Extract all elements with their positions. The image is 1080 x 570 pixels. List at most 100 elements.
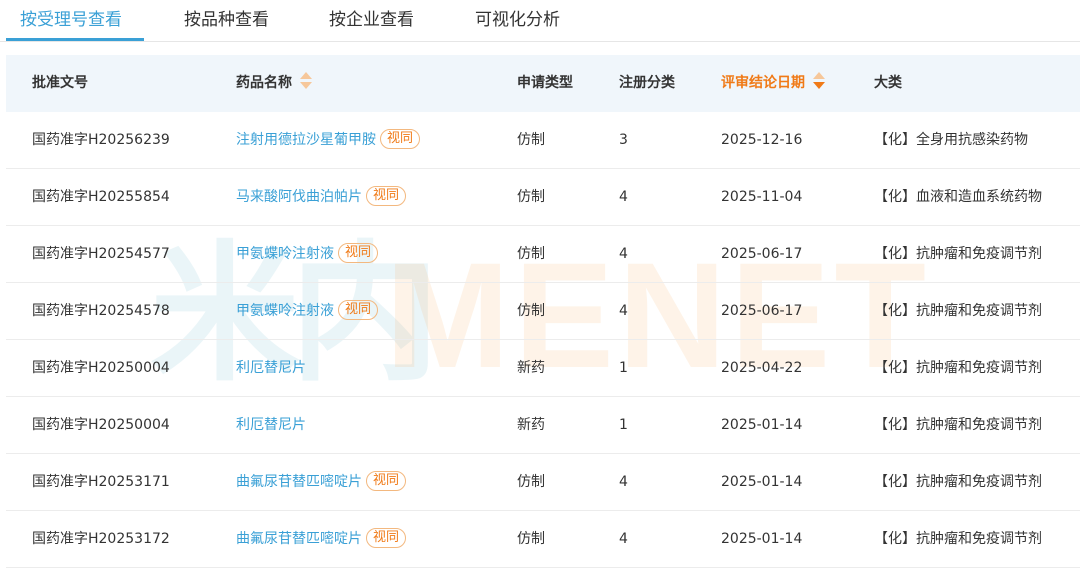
- tab-visual-analysis[interactable]: 可视化分析: [475, 0, 560, 42]
- cell-drug-name: 利厄替尼片: [236, 397, 306, 454]
- active-tab-indicator: [6, 38, 144, 41]
- sort-icon[interactable]: [300, 72, 312, 90]
- cell-category: 【化】抗肿瘤和免疫调节剂: [874, 454, 1042, 511]
- cell-registration-class-text: 1: [619, 417, 628, 433]
- tab-by-company[interactable]: 按企业查看: [329, 0, 414, 42]
- cell-application-type-text: 仿制: [517, 303, 545, 319]
- cell-registration-class-text: 4: [619, 474, 628, 490]
- cell-review-date: 2025-04-22: [721, 340, 802, 397]
- cell-registration-class-text: 4: [619, 246, 628, 262]
- equivalence-badge[interactable]: 视同: [366, 471, 407, 491]
- header-approval-no: 批准文号: [32, 75, 88, 91]
- cell-registration-class-text: 4: [619, 531, 628, 547]
- cell-category: 【化】全身用抗感染药物: [874, 112, 1028, 169]
- cell-category: 【化】抗肿瘤和免疫调节剂: [874, 283, 1042, 340]
- cell-application-type-text: 仿制: [517, 531, 545, 547]
- table-row: 国药准字H20256239 注射用德拉沙星葡甲胺 视同 仿制 3 2025-12-16 【化…: [6, 112, 1080, 169]
- header-application-type: 申请类型: [517, 75, 573, 91]
- cell-registration-class-text: 4: [619, 189, 628, 205]
- cell-approval-no: 国药准字H20250004: [32, 340, 170, 397]
- drug-name-link[interactable]: 甲氨蝶呤注射液: [236, 246, 334, 262]
- cell-registration-class: 1: [619, 397, 628, 454]
- cell-review-date-text: 2025-04-22: [721, 360, 803, 376]
- cell-registration-class-text: 3: [619, 132, 628, 148]
- cell-application-type-text: 仿制: [517, 189, 545, 205]
- table-row: 国药准字H20254577 甲氨蝶呤注射液 视同 仿制 4 2025-06-17 【化】抗肿…: [6, 226, 1080, 283]
- cell-registration-class: 3: [619, 112, 628, 169]
- cell-review-date-text: 2025-01-14: [721, 474, 803, 490]
- table-row: 国药准字H20250004 利厄替尼片 新药 1 2025-04-22 【化】抗肿瘤和免疫…: [6, 340, 1080, 397]
- cell-application-type-text: 新药: [517, 417, 545, 433]
- cell-application-type: 仿制: [517, 454, 545, 511]
- cell-application-type: 仿制: [517, 169, 545, 226]
- drug-name-link[interactable]: 利厄替尼片: [236, 417, 306, 433]
- table-row: 国药准字H20253171 曲氟尿苷替匹嘧啶片 视同 仿制 4 2025-01-14 【化】…: [6, 454, 1080, 511]
- cell-application-type: 仿制: [517, 226, 545, 283]
- cell-registration-class: 4: [619, 226, 628, 283]
- cell-review-date-text: 2025-06-17: [721, 303, 803, 319]
- cell-drug-name: 利厄替尼片: [236, 340, 306, 397]
- cell-review-date-text: 2025-01-14: [721, 417, 803, 433]
- cell-approval-no: 国药准字H20250004: [32, 397, 170, 454]
- table-row: 国药准字H20250004 利厄替尼片 新药 1 2025-01-14 【化】抗肿瘤和免疫…: [6, 397, 1080, 454]
- cell-application-type-text: 仿制: [517, 132, 545, 148]
- equivalence-badge[interactable]: 视同: [338, 300, 379, 320]
- table-row: 国药准字H20254578 甲氨蝶呤注射液 视同 仿制 4 2025-06-17 【化】抗肿…: [6, 283, 1080, 340]
- equivalence-badge[interactable]: 视同: [338, 243, 379, 263]
- drug-name-link[interactable]: 曲氟尿苷替匹嘧啶片: [236, 474, 362, 490]
- tab-by-variety[interactable]: 按品种查看: [184, 0, 269, 42]
- tab-by-acceptance-no[interactable]: 按受理号查看: [20, 0, 122, 42]
- cell-approval-no-text: 国药准字H20256239: [32, 132, 170, 148]
- cell-application-type-text: 仿制: [517, 246, 545, 262]
- cell-approval-no: 国药准字H20253172: [32, 511, 170, 568]
- cell-drug-name: 注射用德拉沙星葡甲胺 视同: [236, 112, 421, 169]
- cell-approval-no-text: 国药准字H20254578: [32, 303, 170, 319]
- header-drug-name[interactable]: 药品名称: [236, 55, 312, 112]
- cell-drug-name: 甲氨蝶呤注射液 视同: [236, 283, 379, 340]
- table-row: 国药准字H20253172 曲氟尿苷替匹嘧啶片 视同 仿制 4 2025-01-14 【化】…: [6, 511, 1080, 568]
- cell-approval-no-text: 国药准字H20255854: [32, 189, 170, 205]
- cell-registration-class: 1: [619, 340, 628, 397]
- cell-category-text: 【化】抗肿瘤和免疫调节剂: [874, 303, 1042, 319]
- cell-approval-no: 国药准字H20254577: [32, 226, 170, 283]
- cell-registration-class: 4: [619, 511, 628, 568]
- cell-registration-class-text: 1: [619, 360, 628, 376]
- drug-name-link[interactable]: 利厄替尼片: [236, 360, 306, 376]
- cell-review-date: 2025-01-14: [721, 511, 802, 568]
- drug-name-link[interactable]: 注射用德拉沙星葡甲胺: [236, 132, 376, 148]
- cell-drug-name: 曲氟尿苷替匹嘧啶片 视同: [236, 454, 407, 511]
- cell-review-date-text: 2025-11-04: [721, 189, 803, 205]
- header-review-date[interactable]: 评审结论日期: [721, 55, 825, 112]
- cell-registration-class-text: 4: [619, 303, 628, 319]
- cell-approval-no: 国药准字H20256239: [32, 112, 170, 169]
- cell-registration-class: 4: [619, 283, 628, 340]
- cell-registration-class: 4: [619, 454, 628, 511]
- cell-approval-no: 国药准字H20254578: [32, 283, 170, 340]
- cell-review-date: 2025-06-17: [721, 283, 802, 340]
- cell-category: 【化】抗肿瘤和免疫调节剂: [874, 511, 1042, 568]
- cell-review-date-text: 2025-01-14: [721, 531, 803, 547]
- cell-drug-name: 曲氟尿苷替匹嘧啶片 视同: [236, 511, 407, 568]
- header-registration-class: 注册分类: [619, 75, 675, 91]
- equivalence-badge[interactable]: 视同: [380, 129, 421, 149]
- cell-category-text: 【化】抗肿瘤和免疫调节剂: [874, 531, 1042, 547]
- drug-name-link[interactable]: 马来酸阿伐曲泊帕片: [236, 189, 362, 205]
- equivalence-badge[interactable]: 视同: [366, 528, 407, 548]
- cell-review-date-text: 2025-06-17: [721, 246, 803, 262]
- drug-name-link[interactable]: 甲氨蝶呤注射液: [236, 303, 334, 319]
- cell-application-type-text: 仿制: [517, 474, 545, 490]
- drug-name-link[interactable]: 曲氟尿苷替匹嘧啶片: [236, 531, 362, 547]
- cell-review-date: 2025-12-16: [721, 112, 802, 169]
- cell-category-text: 【化】抗肿瘤和免疫调节剂: [874, 246, 1042, 262]
- cell-approval-no-text: 国药准字H20253172: [32, 531, 170, 547]
- cell-category-text: 【化】血液和造血系统药物: [874, 189, 1042, 205]
- cell-approval-no-text: 国药准字H20254577: [32, 246, 170, 262]
- cell-category: 【化】抗肿瘤和免疫调节剂: [874, 397, 1042, 454]
- cell-application-type: 新药: [517, 340, 545, 397]
- cell-application-type: 仿制: [517, 511, 545, 568]
- cell-review-date: 2025-01-14: [721, 454, 802, 511]
- equivalence-badge[interactable]: 视同: [366, 186, 407, 206]
- cell-review-date: 2025-11-04: [721, 169, 802, 226]
- cell-category-text: 【化】全身用抗感染药物: [874, 132, 1028, 148]
- sort-desc-icon[interactable]: [813, 72, 825, 90]
